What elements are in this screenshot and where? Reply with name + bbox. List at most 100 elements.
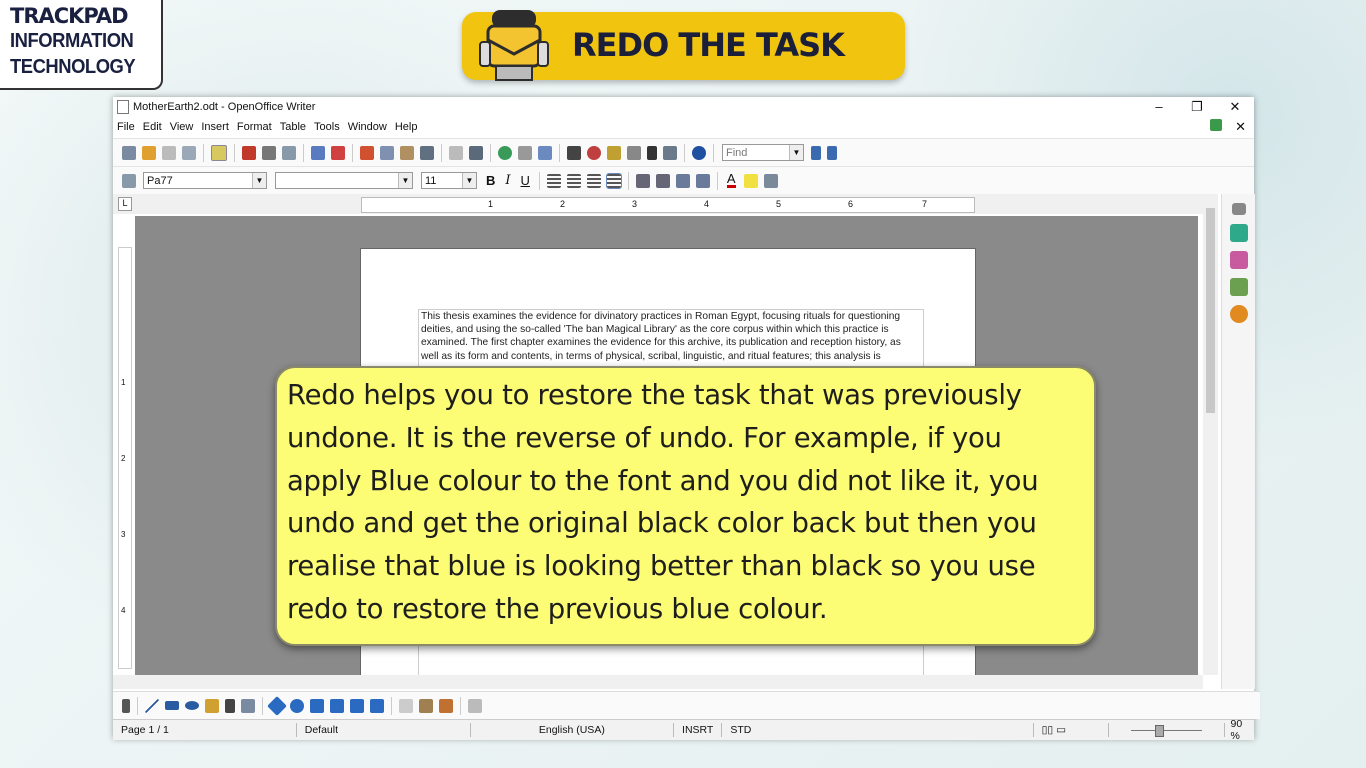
rectangle-icon[interactable] bbox=[165, 701, 179, 710]
stars-icon[interactable] bbox=[370, 698, 384, 713]
print-icon[interactable] bbox=[262, 145, 276, 160]
cut-icon[interactable] bbox=[360, 145, 374, 160]
menu-window[interactable]: Window bbox=[348, 121, 387, 133]
clone-formatting-icon[interactable] bbox=[420, 145, 434, 160]
bullets-icon[interactable] bbox=[655, 173, 670, 188]
numbering-icon[interactable] bbox=[635, 173, 650, 188]
align-left-icon[interactable] bbox=[546, 173, 561, 188]
font-size-select[interactable]: 11 ▼ bbox=[421, 172, 477, 189]
navigator-sidebar-icon[interactable] bbox=[1229, 305, 1248, 323]
show-draw-functions-icon[interactable] bbox=[538, 145, 552, 160]
paste-icon[interactable] bbox=[400, 145, 414, 160]
chevron-down-icon[interactable]: ▼ bbox=[398, 173, 412, 188]
find-next-icon[interactable] bbox=[811, 145, 821, 160]
menu-insert[interactable]: Insert bbox=[201, 121, 229, 133]
redo-icon[interactable] bbox=[469, 145, 483, 160]
find-input[interactable]: Find ▼ bbox=[722, 144, 804, 161]
underline-button[interactable]: U bbox=[521, 173, 530, 188]
minimize-button[interactable]: – bbox=[1140, 99, 1178, 114]
menu-help[interactable]: Help bbox=[395, 121, 418, 133]
copy-icon[interactable] bbox=[380, 145, 394, 160]
line-icon[interactable] bbox=[145, 698, 159, 713]
menu-edit[interactable]: Edit bbox=[143, 121, 162, 133]
menu-view[interactable]: View bbox=[170, 121, 194, 133]
bold-button[interactable]: B bbox=[486, 173, 495, 188]
scroll-thumb[interactable] bbox=[1206, 208, 1215, 413]
italic-button[interactable]: I bbox=[505, 173, 510, 188]
help-icon[interactable] bbox=[692, 145, 706, 160]
styles-formatting-icon[interactable] bbox=[122, 173, 136, 188]
menu-file[interactable]: File bbox=[117, 121, 135, 133]
callout-shapes-icon[interactable] bbox=[350, 698, 364, 713]
open-icon[interactable] bbox=[142, 145, 156, 160]
sidebar-menu-icon[interactable] bbox=[1231, 203, 1246, 215]
update-icon[interactable] bbox=[1210, 119, 1222, 131]
align-center-icon[interactable] bbox=[566, 173, 581, 188]
horizontal-ruler[interactable]: 1 2 3 4 5 6 7 bbox=[361, 197, 975, 213]
tab-selector[interactable]: L bbox=[118, 197, 132, 211]
save-icon[interactable] bbox=[162, 145, 176, 160]
insert-mode[interactable]: INSRT bbox=[674, 723, 723, 737]
email-icon[interactable] bbox=[182, 145, 196, 160]
justify-icon[interactable] bbox=[605, 172, 622, 189]
font-color-icon[interactable]: A bbox=[726, 172, 736, 188]
font-name-select[interactable]: ▼ bbox=[275, 172, 413, 189]
gallery-icon[interactable] bbox=[607, 145, 621, 160]
menu-tools[interactable]: Tools bbox=[314, 121, 340, 133]
vertical-scrollbar[interactable] bbox=[1203, 194, 1218, 675]
extrusion-icon[interactable] bbox=[468, 698, 482, 713]
view-layout-icons[interactable]: ▯▯ ▭ bbox=[1034, 723, 1110, 737]
chevron-down-icon[interactable]: ▼ bbox=[252, 173, 266, 188]
zoom-thumb[interactable] bbox=[1155, 725, 1165, 737]
close-button[interactable]: ✕ bbox=[1216, 99, 1254, 115]
export-pdf-icon[interactable] bbox=[242, 145, 256, 160]
freeform-icon[interactable] bbox=[205, 698, 219, 713]
increase-indent-icon[interactable] bbox=[695, 173, 710, 188]
edit-file-icon[interactable] bbox=[211, 144, 227, 161]
gallery-sidebar-icon[interactable] bbox=[1229, 278, 1248, 296]
highlighting-icon[interactable] bbox=[743, 173, 758, 188]
horizontal-scrollbar[interactable] bbox=[113, 675, 1203, 689]
formatting-marks-icon[interactable] bbox=[647, 145, 657, 160]
autospellcheck-icon[interactable] bbox=[331, 145, 345, 160]
block-arrows-icon[interactable] bbox=[310, 698, 324, 713]
flowcharts-icon[interactable] bbox=[330, 698, 344, 713]
chevron-down-icon[interactable]: ▼ bbox=[789, 145, 803, 160]
callouts-icon[interactable] bbox=[241, 698, 255, 713]
language-status[interactable]: English (USA) bbox=[471, 723, 675, 737]
data-sources-icon[interactable] bbox=[627, 145, 641, 160]
styles-icon[interactable] bbox=[1229, 251, 1248, 269]
hyperlink-icon[interactable] bbox=[498, 145, 512, 160]
ellipse-icon[interactable] bbox=[185, 701, 199, 710]
spellcheck-icon[interactable] bbox=[311, 145, 325, 160]
vertical-ruler[interactable]: 1 2 3 4 bbox=[118, 247, 132, 669]
text-icon[interactable] bbox=[225, 698, 235, 713]
fontwork-icon[interactable] bbox=[419, 698, 433, 713]
select-icon[interactable] bbox=[122, 698, 130, 713]
decrease-indent-icon[interactable] bbox=[675, 173, 690, 188]
symbol-shapes-icon[interactable] bbox=[290, 698, 304, 713]
menu-table[interactable]: Table bbox=[280, 121, 306, 133]
from-file-icon[interactable] bbox=[439, 698, 453, 713]
properties-icon[interactable] bbox=[1229, 224, 1248, 242]
points-icon[interactable] bbox=[399, 698, 413, 713]
selection-mode[interactable]: STD bbox=[722, 723, 1034, 737]
zoom-icon[interactable] bbox=[663, 145, 677, 160]
paragraph-style-select[interactable]: Pa77 ▼ bbox=[143, 172, 267, 189]
background-color-icon[interactable] bbox=[763, 173, 778, 188]
undo-icon[interactable] bbox=[449, 145, 463, 160]
align-right-icon[interactable] bbox=[586, 173, 601, 188]
basic-shapes-icon[interactable] bbox=[267, 695, 287, 716]
print-preview-icon[interactable] bbox=[282, 145, 296, 160]
zoom-level[interactable]: 90 % bbox=[1225, 718, 1254, 742]
zoom-slider[interactable] bbox=[1109, 723, 1225, 737]
menu-format[interactable]: Format bbox=[237, 121, 272, 133]
new-icon[interactable] bbox=[122, 145, 136, 160]
table-icon[interactable] bbox=[518, 145, 532, 160]
restore-button[interactable]: ❐ bbox=[1178, 99, 1216, 115]
find-replace-icon[interactable] bbox=[567, 145, 581, 160]
page-style[interactable]: Default bbox=[297, 723, 471, 737]
find-previous-icon[interactable] bbox=[827, 145, 837, 160]
page-count[interactable]: Page 1 / 1 bbox=[113, 723, 297, 737]
chevron-down-icon[interactable]: ▼ bbox=[462, 173, 476, 188]
